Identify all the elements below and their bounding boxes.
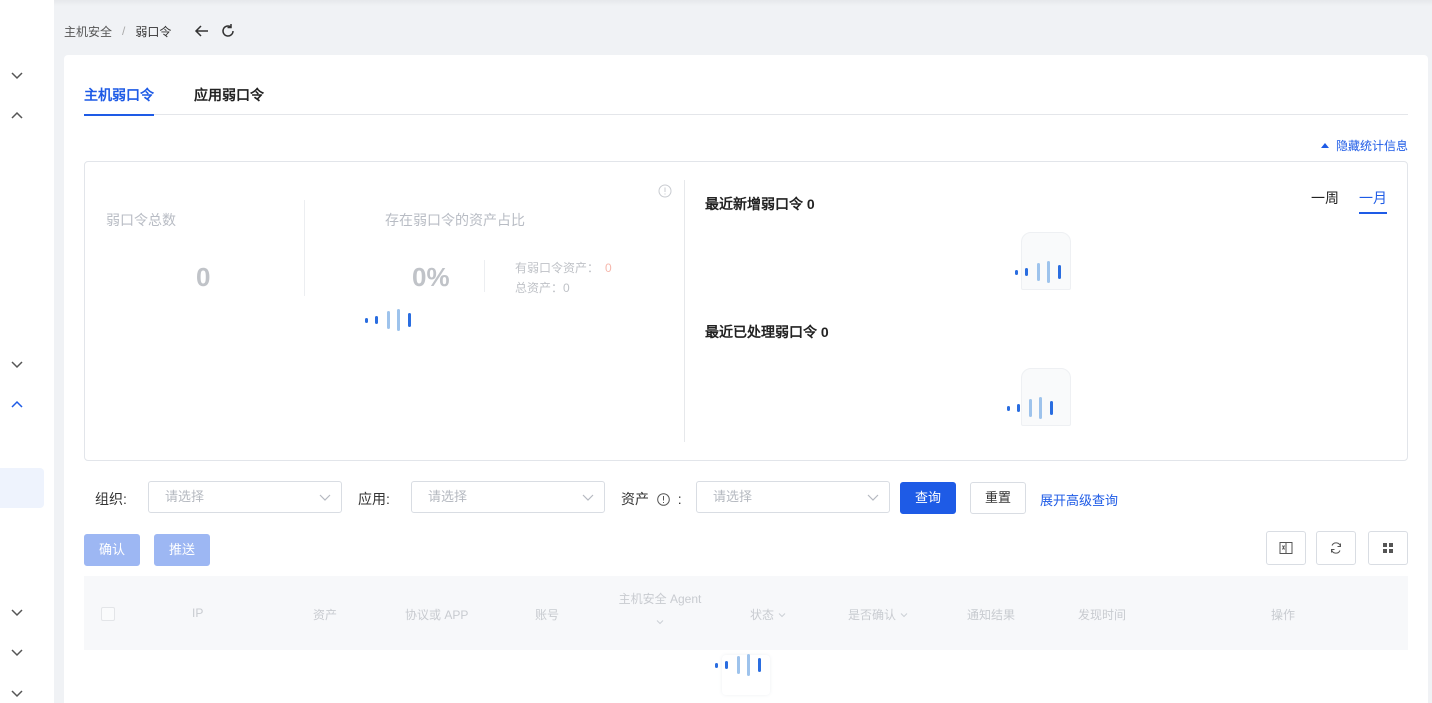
col-operation: 操作 <box>1271 608 1296 622</box>
breadcrumb-current: 弱口令 <box>135 24 172 39</box>
asset-label-text: 资产 <box>621 491 649 507</box>
total-assets: 总资产：0 <box>515 279 570 296</box>
export-excel-button[interactable] <box>1266 531 1306 565</box>
advanced-query-link[interactable]: 展开高级查询 <box>1040 490 1118 509</box>
col-account: 账号 <box>535 608 560 622</box>
stat-divider <box>304 200 305 296</box>
chevron-down-icon <box>867 491 879 503</box>
col-confirmed[interactable]: 是否确认 <box>848 606 908 623</box>
chevron-up-icon[interactable] <box>10 398 24 412</box>
chevron-down-icon[interactable] <box>10 357 24 371</box>
info-circle-icon[interactable] <box>657 493 670 506</box>
breadcrumb-separator: / <box>122 24 126 38</box>
stats-summary: 弱口令总数 0 存在弱口令的资产占比 0% 有弱口令资产： 0 总资产：0 <box>85 162 685 462</box>
chevron-down-icon <box>900 611 908 619</box>
table-header: IP 资产 协议或 APP 账号 主机安全 Agent 状态 是否确认 通知结果… <box>84 576 1408 650</box>
col-notify: 通知结果 <box>967 608 1016 622</box>
loading-spinner <box>1007 396 1057 420</box>
total-assets-value: 0 <box>563 281 570 295</box>
column-settings-button[interactable] <box>1368 531 1408 565</box>
org-label: 组织: <box>95 491 127 507</box>
grid-icon <box>1383 543 1393 553</box>
hide-stats-label: 隐藏统计信息 <box>1335 139 1408 153</box>
col-protocol: 协议或 APP <box>405 608 469 622</box>
breadcrumb: 主机安全 / 弱口令 <box>64 22 237 40</box>
asset-placeholder: 请选择 <box>713 489 753 504</box>
stat-divider <box>484 260 485 292</box>
sidebar-active-item[interactable] <box>0 468 44 508</box>
total-value: 0 <box>196 262 211 292</box>
ratio-title: 存在弱口令的资产占比 <box>385 212 525 228</box>
loading-spinner <box>365 308 415 332</box>
hide-stats-toggle[interactable]: 隐藏统计信息 <box>1320 137 1408 154</box>
reset-button[interactable]: 重置 <box>970 482 1026 514</box>
period-month[interactable]: 一月 <box>1359 188 1387 214</box>
org-placeholder: 请选择 <box>165 489 205 504</box>
col-agent-label: 主机安全 Agent <box>618 592 702 606</box>
app-label: 应用: <box>358 491 390 507</box>
tab-host-weak-password[interactable]: 主机弱口令 <box>84 81 154 116</box>
back-arrow-icon[interactable] <box>193 22 211 40</box>
weak-assets-value: 0 <box>605 261 612 275</box>
col-asset: 资产 <box>313 608 338 622</box>
topbar-shadow <box>54 0 1432 6</box>
asset-label: 资产 : <box>621 489 682 509</box>
chevron-down-icon[interactable] <box>10 645 24 659</box>
stats-panel: 弱口令总数 0 存在弱口令的资产占比 0% 有弱口令资产： 0 总资产：0 最近新… <box>84 161 1408 461</box>
refresh-button[interactable] <box>1316 531 1356 565</box>
tab-app-weak-password[interactable]: 应用弱口令 <box>194 81 264 115</box>
loading-spinner <box>1015 260 1065 284</box>
query-button[interactable]: 查询 <box>900 482 956 514</box>
tab-bar: 主机弱口令 应用弱口令 <box>84 81 1408 116</box>
col-agent[interactable]: 主机安全 Agent <box>616 590 704 629</box>
refresh-icon <box>1331 542 1341 554</box>
col-found-time: 发现时间 <box>1078 608 1127 622</box>
period-week[interactable]: 一周 <box>1311 188 1339 214</box>
col-ip: IP <box>192 606 204 620</box>
confirm-button[interactable]: 确认 <box>84 534 140 566</box>
app-placeholder: 请选择 <box>428 489 468 504</box>
chevron-down-icon[interactable] <box>10 686 24 700</box>
col-confirmed-label: 是否确认 <box>848 608 897 622</box>
push-button[interactable]: 推送 <box>154 534 210 566</box>
stats-divider <box>684 180 685 442</box>
reload-icon[interactable] <box>219 22 237 40</box>
total-assets-label: 总资产： <box>515 281 564 295</box>
caret-up-icon <box>1320 143 1329 148</box>
left-sidebar <box>0 0 54 703</box>
chevron-down-icon <box>656 618 664 626</box>
chevron-up-icon[interactable] <box>10 109 24 123</box>
chevron-down-icon[interactable] <box>10 68 24 82</box>
weak-assets: 有弱口令资产： 0 <box>515 259 612 276</box>
chevron-down-icon <box>582 491 594 503</box>
chevron-down-icon[interactable] <box>10 605 24 619</box>
col-status[interactable]: 状态 <box>750 606 786 623</box>
select-all-checkbox[interactable] <box>101 607 115 621</box>
asset-select[interactable]: 请选择 <box>696 481 890 513</box>
recent-new-title: 最近新增弱口令 0 <box>705 196 815 212</box>
col-status-label: 状态 <box>750 608 775 622</box>
org-select[interactable]: 请选择 <box>148 481 342 513</box>
recent-handled-title: 最近已处理弱口令 0 <box>705 324 829 340</box>
export-excel-icon <box>1279 542 1293 554</box>
app-select[interactable]: 请选择 <box>411 481 605 513</box>
total-title: 弱口令总数 <box>106 212 176 228</box>
weak-assets-label: 有弱口令资产： <box>515 261 600 275</box>
asset-label-colon: : <box>677 491 682 507</box>
breadcrumb-parent[interactable]: 主机安全 <box>64 23 112 40</box>
main-card: 主机弱口令 应用弱口令 隐藏统计信息 弱口令总数 0 存在弱口令的资产占比 0%… <box>64 55 1428 703</box>
loading-spinner <box>715 653 765 677</box>
chevron-down-icon <box>778 611 786 619</box>
chevron-down-icon <box>319 491 331 503</box>
ratio-value: 0% <box>412 262 450 292</box>
info-icon[interactable] <box>658 184 672 198</box>
